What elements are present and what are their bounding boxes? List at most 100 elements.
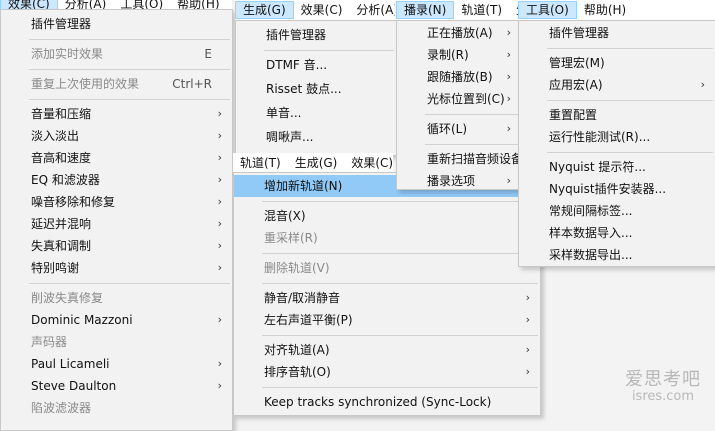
menubar-track-2[interactable]: 轨道(T) — [454, 1, 509, 19]
menu-item-label: 延迟并混响 — [31, 217, 92, 231]
record-menu-item[interactable]: 正在播放(A) › — [397, 22, 521, 44]
chevron-right-icon: › — [506, 26, 511, 39]
menu-item-label: 删除轨道(V) — [264, 261, 330, 275]
effect-menu-item[interactable]: 噪音移除和修复 › — [1, 191, 232, 213]
track-menu-item[interactable]: 静音/取消静音 › — [234, 287, 540, 309]
menubar-generate-2[interactable]: 生成(G) — [288, 154, 345, 172]
chevron-right-icon: › — [700, 78, 705, 91]
chevron-right-icon: › — [506, 122, 511, 135]
menu-separator — [262, 387, 538, 388]
menubar-record[interactable]: 播录(N) — [396, 1, 455, 19]
menubar-help-2[interactable]: 帮助(H) — [577, 1, 633, 19]
tools-menu-item[interactable]: 管理宏(M) — [519, 52, 715, 74]
effect-menu-item[interactable]: 特别鸣谢 › — [1, 257, 232, 279]
menu-item-label: Nyquist插件安装器... — [549, 182, 667, 196]
menu-item-label: 混音(X) — [264, 209, 306, 223]
generate-menu-item[interactable]: 单音... — [236, 101, 396, 125]
track-menu: 增加新轨道(N)›混音(X)›重采样(R)删除轨道(V)静音/取消静音›左右声道… — [233, 172, 541, 416]
chevron-right-icon: › — [506, 92, 511, 105]
track-menu-item[interactable]: 混音(X)› — [234, 205, 540, 227]
menu-item-label: Dominic Mazzoni — [31, 313, 133, 327]
chevron-right-icon: › — [217, 379, 222, 392]
effect-menu-item: 声码器 — [1, 331, 232, 353]
track-menu-item[interactable]: Keep tracks synchronized (Sync-Lock) — [234, 391, 540, 413]
record-menu-item[interactable]: 录制(R) › — [397, 44, 521, 66]
menu-item-label: 插件管理器 — [266, 28, 327, 42]
generate-menu-item[interactable]: 插件管理器 — [236, 23, 396, 47]
record-menubar: 播录(N) 轨道(T) 生 — [396, 0, 520, 21]
effect-menu-item[interactable]: Paul Licameli › — [1, 353, 232, 375]
track-menu-item[interactable]: 对齐轨道(A) › — [234, 339, 540, 361]
menubar-track[interactable]: 轨道(T) — [233, 154, 288, 172]
menu-item-label: 静音/取消静音 — [264, 291, 341, 305]
menu-item-label: 跟随播放(B) — [427, 70, 493, 84]
effect-menu-item[interactable]: 插件管理器 — [1, 13, 232, 35]
effect-menu-item: 削波失真修复 — [1, 287, 232, 309]
menu-item-label: 播录选项 — [427, 174, 476, 188]
menu-item-label: 单音... — [266, 106, 302, 120]
effect-menu-item[interactable]: EQ 和滤波器 › — [1, 169, 232, 191]
menu-separator — [29, 39, 230, 40]
tools-menu-item[interactable]: 运行性能测试(R)... — [519, 126, 715, 148]
effect-menu-item[interactable]: 失真和调制 › — [1, 235, 232, 257]
menu-item-label: 运行性能测试(R)... — [549, 130, 651, 144]
menu-item-label: 特别鸣谢 — [31, 261, 80, 275]
track-menu-item: 删除轨道(V) — [234, 257, 540, 279]
menu-item-label: 光标位置到(C) — [427, 92, 505, 106]
generate-menu-item[interactable]: 啁啾声... — [236, 125, 396, 149]
tools-menu-item[interactable]: 样本数据导入... — [519, 222, 715, 244]
menubar-tools-2[interactable]: 工具(O) — [518, 1, 577, 19]
record-menu: 正在播放(A) › 录制(R) › 跟随播放(B) › 光标位置到(C) › 循环(L) › 重新扫… — [396, 20, 522, 190]
menu-item-label: 左右声道平衡(P) — [264, 313, 353, 327]
effect-menu: 插件管理器 添加实时效果 E 重复上次使用的效果 Ctrl+R 音量和压缩 › 淡入淡出 › 音高… — [0, 9, 233, 431]
record-menu-item[interactable]: 重新扫描音频设备 — [397, 148, 521, 170]
chevron-right-icon: › — [217, 217, 222, 230]
chevron-right-icon: › — [217, 129, 222, 142]
tools-menu-item[interactable]: Nyquist插件安装器... — [519, 178, 715, 200]
track-menubar: 轨道(T) 生成(G) 效果(C) 分 — [233, 153, 393, 174]
menu-separator — [262, 283, 538, 284]
effect-menu-item[interactable]: Steve Daulton › — [1, 375, 232, 397]
chevron-right-icon: › — [217, 151, 222, 164]
effect-menu-item[interactable]: 延迟并混响 › — [1, 213, 232, 235]
menu-item-label: 对齐轨道(A) — [264, 343, 330, 357]
effect-menu-item[interactable]: Dominic Mazzoni › — [1, 309, 232, 331]
menu-item-label: 音高和速度 — [31, 151, 92, 165]
menu-item-label: 采样数据导出... — [549, 248, 633, 262]
menu-item-label: 应用宏(A) — [549, 78, 603, 92]
effect-menu-item[interactable]: 音高和速度 › — [1, 147, 232, 169]
record-menu-item[interactable]: 光标位置到(C) › — [397, 88, 521, 110]
track-menu-item[interactable]: 排序音轨(O) › — [234, 361, 540, 383]
record-menu-item[interactable]: 跟随播放(B) › — [397, 66, 521, 88]
menu-separator — [29, 99, 230, 100]
record-menu-item[interactable]: 播录选项 › — [397, 170, 521, 189]
effect-menu-item: 陷波滤波器 — [1, 397, 232, 419]
track-menu-item[interactable]: 左右声道平衡(P) › — [234, 309, 540, 331]
tools-menu-item[interactable]: 插件管理器 — [519, 22, 715, 44]
chevron-right-icon: › — [217, 107, 222, 120]
menu-separator — [29, 283, 230, 284]
menubar-generate[interactable]: 生成(G) — [235, 1, 294, 19]
menu-item-label: 陷波滤波器 — [31, 401, 92, 415]
effect-menu-item[interactable]: 音量和压缩 › — [1, 103, 232, 125]
tools-menu-item[interactable]: 常规间隔标签... — [519, 200, 715, 222]
generate-menu-item[interactable]: Risset 鼓点... — [236, 77, 396, 101]
menu-separator — [547, 48, 713, 49]
record-menu-item[interactable]: 循环(L) › — [397, 118, 521, 140]
tools-menu-item[interactable]: 采样数据导出... — [519, 244, 715, 266]
tools-menu-item[interactable]: Nyquist 提示符... — [519, 156, 715, 178]
menu-item-label: 削波失真修复 — [31, 291, 104, 305]
tools-menu-item[interactable]: 应用宏(A) › — [519, 74, 715, 96]
menubar-effect-2[interactable]: 效果(C) — [294, 1, 350, 19]
chevron-right-icon: › — [525, 343, 530, 356]
effect-menu-item[interactable]: 淡入淡出 › — [1, 125, 232, 147]
menu-item-label: 插件管理器 — [549, 26, 610, 40]
generate-menu-item[interactable]: DTMF 音... — [236, 53, 396, 77]
tools-menubar: 工具(O) 帮助(H) — [518, 0, 715, 21]
menu-item-label: 失真和调制 — [31, 239, 92, 253]
menubar-analyze-2[interactable]: 分析(A) — [349, 1, 395, 19]
menubar-effect-3[interactable]: 效果(C) — [344, 154, 393, 172]
menu-item-label: 样本数据导入... — [549, 226, 633, 240]
menu-item-label: 增加新轨道(N) — [264, 179, 343, 193]
tools-menu-item[interactable]: 重置配置 — [519, 104, 715, 126]
